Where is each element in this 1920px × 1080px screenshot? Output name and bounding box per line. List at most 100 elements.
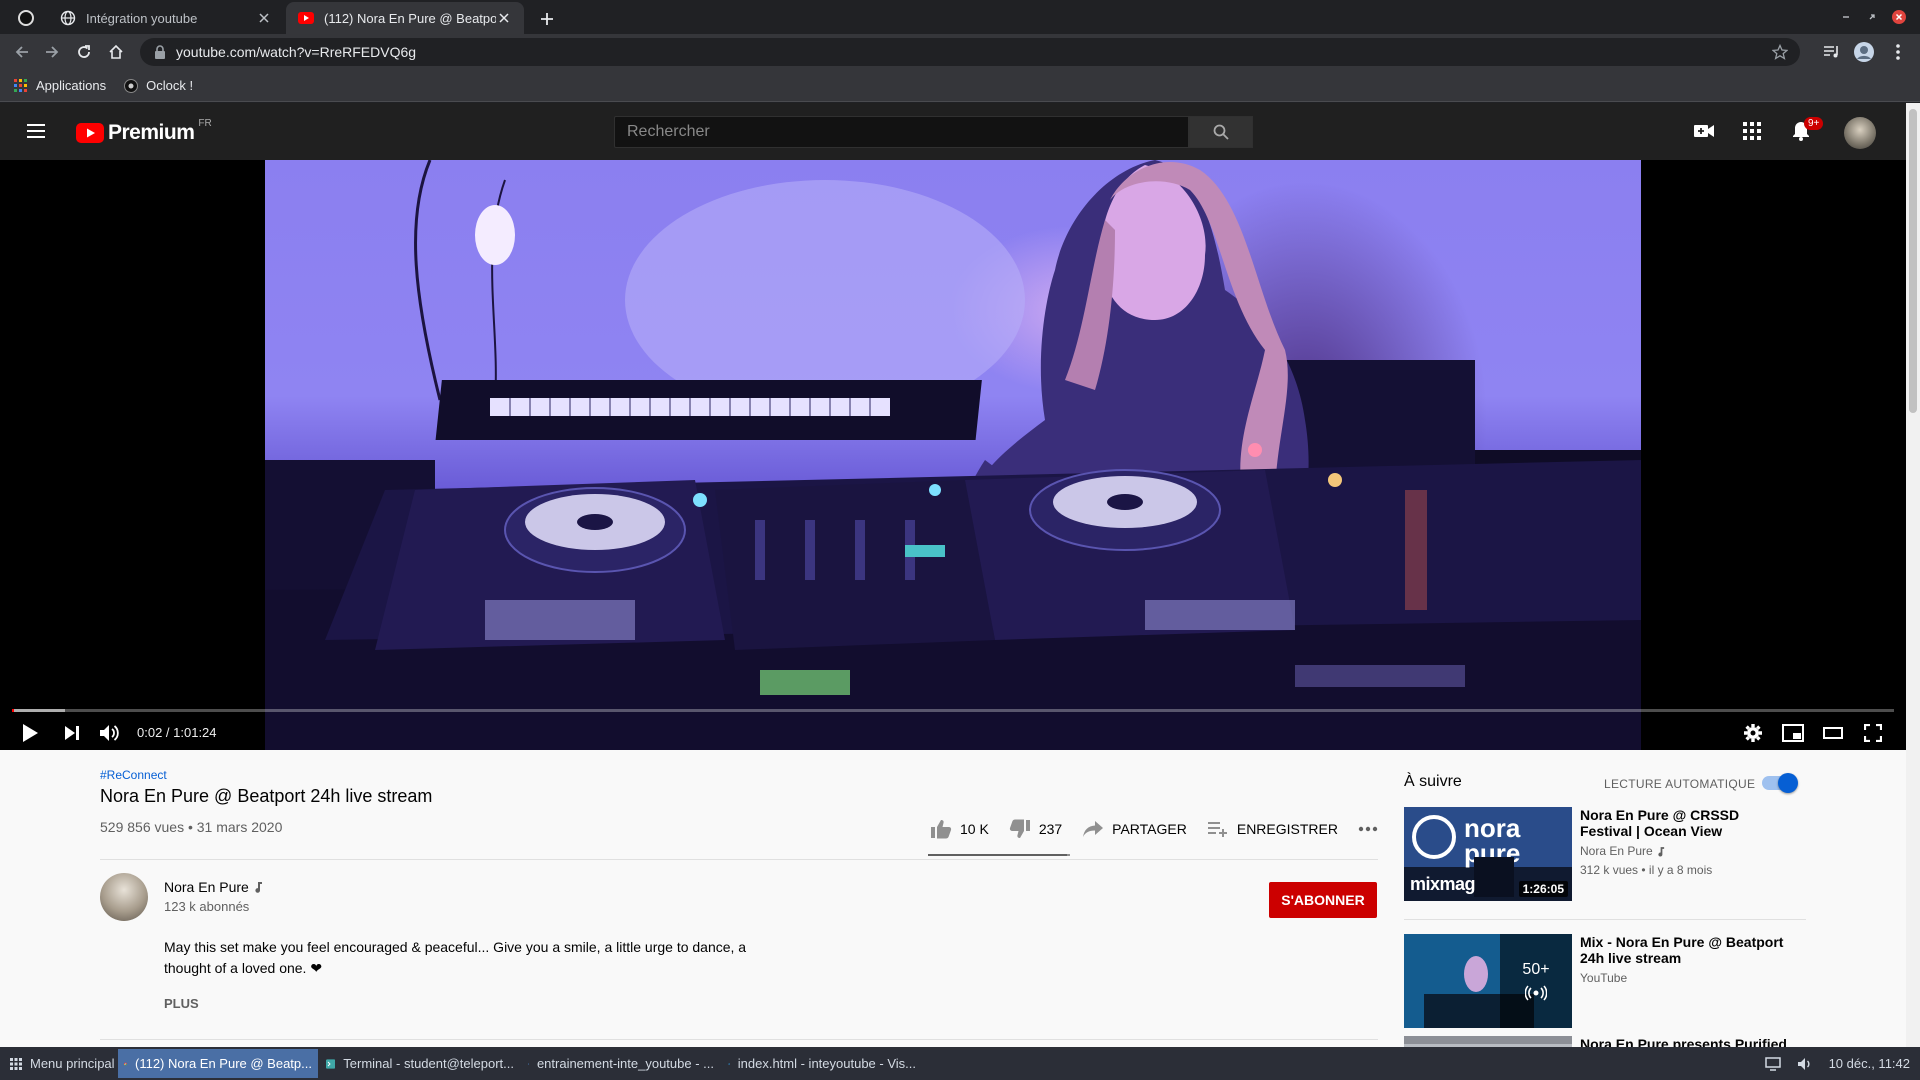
subscribe-button[interactable]: S'ABONNER	[1269, 882, 1377, 918]
clock[interactable]: 10 déc., 11:42	[1829, 1056, 1910, 1071]
channel-name[interactable]: Nora En Pure	[164, 879, 263, 895]
share-button[interactable]: PARTAGER	[1082, 820, 1187, 838]
progress-bar[interactable]	[12, 709, 1894, 712]
dislike-count: 237	[1038, 821, 1063, 837]
bookmark-oclock[interactable]: Oclock !	[124, 78, 193, 93]
os-taskbar: Menu principal (112) Nora En Pure @ Beat…	[0, 1047, 1920, 1080]
like-button[interactable]: 10 K	[930, 819, 989, 839]
pinned-tab[interactable]	[8, 2, 44, 34]
taskbar-item-terminal[interactable]: Terminal - student@teleport...	[320, 1049, 520, 1078]
video-thumbnail[interactable]: 50+	[1404, 934, 1572, 1028]
tab-close-icon[interactable]	[496, 10, 512, 26]
video-frame	[265, 160, 1641, 750]
play-button[interactable]	[16, 719, 44, 747]
channel-avatar[interactable]	[100, 873, 148, 921]
dislike-button[interactable]: 237	[1009, 819, 1062, 839]
tab-title: Intégration youtube	[86, 10, 198, 26]
recommended-title[interactable]: Mix - Nora En Pure @ Beatport 24h live s…	[1580, 934, 1790, 966]
save-button[interactable]: ENREGISTRER	[1207, 820, 1338, 838]
settings-button[interactable]	[1739, 719, 1767, 747]
video-thumbnail[interactable]	[1404, 1036, 1572, 1047]
fullscreen-button[interactable]	[1859, 719, 1887, 747]
taskbar-item-chrome[interactable]: (112) Nora En Pure @ Beatp...	[118, 1049, 318, 1078]
reload-button[interactable]	[72, 40, 96, 64]
search-input[interactable]: Rechercher	[614, 116, 1189, 148]
page-scrollbar[interactable]	[1906, 103, 1920, 1047]
thumbs-down-icon	[1009, 819, 1030, 838]
forward-button[interactable]	[40, 40, 64, 64]
video-title: Nora En Pure @ Beatport 24h live stream	[100, 786, 433, 806]
taskbar-item-label: entrainement-inte_youtube - ...	[536, 1056, 714, 1071]
taskbar-item-file-manager[interactable]: entrainement-inte_youtube - ...	[522, 1049, 720, 1078]
mute-button[interactable]	[96, 719, 124, 747]
restore-icon[interactable]	[1866, 11, 1878, 23]
plus-icon	[541, 13, 553, 25]
more-horizontal-icon	[1358, 826, 1378, 832]
bookmark-label: Oclock !	[146, 78, 194, 93]
recommended-mix[interactable]: 50+ Mix - Nora En Pure @ Beatport 24h li…	[1404, 934, 1804, 1028]
youtube-premium-logo[interactable]: Premium FR	[76, 118, 212, 145]
autoplay-label: LECTURE AUTOMATIQUE	[1604, 777, 1756, 791]
autoplay-toggle[interactable]	[1762, 773, 1798, 793]
tab-youtube-video[interactable]: (112) Nora En Pure @ Beatport 24h live s…	[286, 2, 524, 34]
more-actions-button[interactable]	[1358, 826, 1378, 832]
profile-button[interactable]	[1852, 40, 1876, 64]
create-video-button[interactable]	[1692, 119, 1716, 143]
logo-wordmark: Premium	[108, 121, 195, 144]
tab-integration-youtube[interactable]: Intégration youtube	[48, 2, 284, 34]
video-hashtag[interactable]: #ReConnect	[100, 768, 167, 782]
share-arrow-icon	[1083, 821, 1104, 837]
recommended-video[interactable]: nora pure mixmag 1:26:05 Nora En Pure @ …	[1404, 807, 1804, 901]
recommended-title[interactable]: Nora En Pure presents Purified	[1580, 1036, 1790, 1047]
description-line: May this set make you feel encouraged & …	[164, 939, 747, 955]
miniplayer-button[interactable]	[1779, 719, 1807, 747]
tab-close-icon[interactable]	[256, 10, 272, 26]
app-grid-icon	[10, 1057, 22, 1070]
globe-icon	[60, 10, 76, 26]
show-more-button[interactable]: PLUS	[164, 996, 199, 1011]
youtube-logo-icon	[76, 123, 104, 143]
arrow-left-icon	[15, 46, 28, 58]
divider	[100, 1039, 1378, 1040]
next-button[interactable]	[58, 719, 86, 747]
recommended-channel[interactable]: Nora En Pure	[1580, 844, 1665, 858]
recommended-channel[interactable]: YouTube	[1580, 971, 1627, 985]
taskbar-item-vscode[interactable]: index.html - inteyoutube - Vis...	[722, 1049, 922, 1078]
arrow-right-icon	[46, 46, 59, 58]
playlist-add-icon	[1207, 822, 1227, 837]
subscriber-count: 123 k abonnés	[164, 899, 250, 914]
main-menu-button[interactable]: Menu principal	[4, 1049, 121, 1078]
volume-icon[interactable]	[1797, 1057, 1813, 1071]
like-count: 10 K	[960, 821, 989, 837]
youtube-page: Premium FR Rechercher 9+ 0:02 / 1:01:24 …	[0, 103, 1906, 1047]
search-icon	[1213, 124, 1229, 140]
recommended-title[interactable]: Nora En Pure @ CRSSD Festival | Ocean Vi…	[1580, 807, 1790, 839]
scrollbar-thumb[interactable]	[1909, 109, 1917, 413]
recommended-video[interactable]: Nora En Pure presents Purified	[1404, 1036, 1804, 1047]
minimize-icon[interactable]	[1840, 11, 1852, 23]
bookmark-star-icon[interactable]	[1772, 44, 1788, 60]
close-window-icon[interactable]	[1892, 10, 1906, 24]
address-bar[interactable]: youtube.com/watch?v=RreRFEDVQ6g	[140, 38, 1800, 66]
apps-button[interactable]	[1740, 119, 1764, 143]
guide-menu-button[interactable]	[24, 119, 48, 143]
divider	[1404, 919, 1806, 920]
display-icon[interactable]	[1764, 1056, 1781, 1071]
video-thumbnail[interactable]: nora pure mixmag 1:26:05	[1404, 807, 1572, 901]
youtube-favicon-icon	[298, 12, 314, 24]
new-tab-button[interactable]	[534, 6, 560, 32]
browser-menu-button[interactable]	[1886, 40, 1910, 64]
view-count-and-date: 529 856 vues • 31 mars 2020	[100, 819, 283, 835]
bookmark-applications[interactable]: Applications	[14, 78, 106, 93]
media-control-button[interactable]	[1820, 40, 1844, 64]
back-button[interactable]	[10, 40, 34, 64]
progress-buffered	[12, 709, 65, 712]
theater-mode-button[interactable]	[1819, 719, 1847, 747]
account-avatar[interactable]	[1844, 117, 1876, 149]
mix-count: 50+	[1522, 961, 1550, 978]
search-button[interactable]	[1189, 116, 1253, 148]
home-button[interactable]	[104, 40, 128, 64]
video-player[interactable]: 0:02 / 1:01:24	[0, 160, 1906, 750]
video-duration: 1:26:05	[1518, 881, 1568, 897]
save-label: ENREGISTRER	[1236, 821, 1338, 837]
